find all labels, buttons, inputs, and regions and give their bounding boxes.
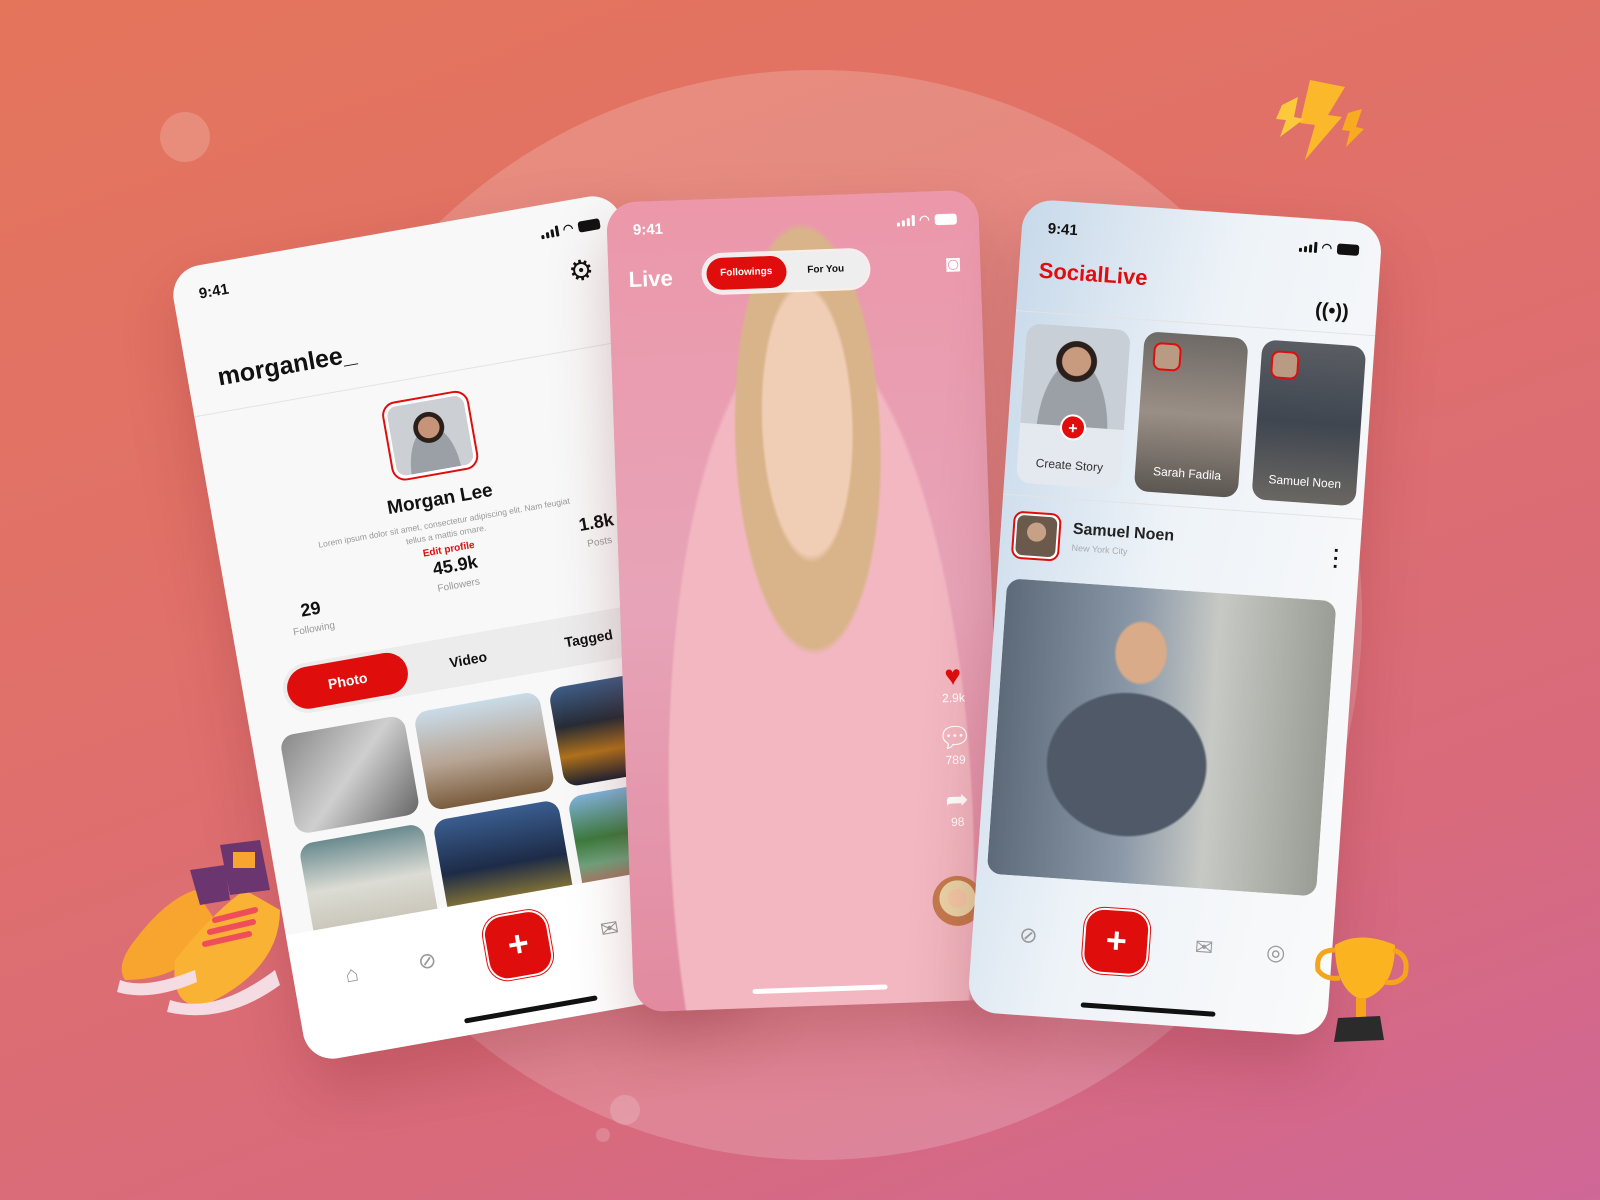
comment-icon: 💬︎ (936, 721, 974, 754)
create-story-card[interactable]: + Create Story (1016, 322, 1131, 490)
stories-row: + Create Story Sarah Fadila Samuel Noen (1016, 322, 1367, 507)
decor-bubble (610, 1095, 640, 1125)
live-broadcast-icon[interactable]: ((•)) (1314, 299, 1349, 324)
photo-thumbnail[interactable] (279, 714, 421, 835)
wifi-icon: ◠ (919, 212, 931, 227)
heart-icon: ♥ (943, 659, 962, 692)
live-screen: 9:41 ◠ Live Followings For You ◙ ♥ 2.9k 💬… (605, 189, 1007, 1013)
wifi-icon: ◠ (561, 220, 575, 237)
tab-photo[interactable]: Photo (283, 649, 412, 713)
segment-for-you[interactable]: For You (785, 253, 866, 288)
home-icon[interactable]: ⌂ (335, 959, 369, 990)
like-action[interactable]: ♥ 2.9k (932, 659, 974, 706)
status-time: 9:41 (632, 220, 664, 239)
story-card[interactable]: Sarah Fadila (1133, 331, 1249, 499)
decor-bubble (160, 112, 210, 162)
add-story-icon[interactable]: + (1059, 413, 1087, 442)
share-icon: ➦ (944, 783, 970, 816)
segment-followings[interactable]: Followings (705, 255, 787, 291)
post-author-avatar[interactable] (1010, 510, 1062, 562)
share-action[interactable]: ➦ 98 (937, 783, 979, 829)
trophy-illustration (1315, 937, 1409, 1042)
create-post-button[interactable]: + (482, 909, 555, 982)
feed-toggle: Followings For You (702, 249, 870, 294)
post-image[interactable] (986, 578, 1337, 897)
story-avatar (1269, 350, 1300, 380)
story-card[interactable]: Samuel Noen (1251, 339, 1367, 507)
mail-icon[interactable]: ✉ (593, 914, 627, 945)
stat-followers[interactable]: 45.9k Followers (431, 552, 485, 613)
compass-icon[interactable]: ⊘ (1013, 922, 1045, 950)
stat-following[interactable]: 29 Following (288, 596, 336, 639)
signal-icon (1298, 240, 1318, 253)
wifi-icon: ◠ (1321, 240, 1333, 256)
battery-icon (577, 217, 601, 233)
camera-icon[interactable]: ◙ (945, 250, 960, 278)
profile-icon[interactable]: ◎ (1260, 939, 1292, 967)
tab-video[interactable]: Video (404, 628, 532, 691)
battery-icon (934, 213, 957, 225)
status-bar: 9:41 ◠ (197, 213, 601, 303)
compass-icon[interactable]: ⊘ (410, 946, 444, 977)
status-time: 9:41 (197, 280, 231, 303)
app-logo: SocialLive (1038, 257, 1149, 291)
live-title: Live (628, 265, 674, 292)
username: morganlee_ (215, 339, 359, 392)
feed-screen: 9:41 ◠ SocialLive ((•)) + Create Story S… (967, 198, 1383, 1037)
lightning-bolt-icon (1276, 80, 1364, 160)
signal-icon (896, 214, 915, 227)
settings-gear-icon[interactable]: ⚙ (566, 252, 596, 289)
status-bar: 9:41 ◠ (1047, 218, 1360, 260)
sneakers-illustration (117, 840, 280, 1016)
live-actions: ♥ 2.9k 💬︎ 789 ➦ 98 (932, 660, 978, 847)
comment-action[interactable]: 💬︎ 789 (934, 721, 976, 767)
post-header: Samuel Noen New York City · · · (1010, 510, 1350, 584)
post-author-name[interactable]: Samuel Noen (1072, 521, 1174, 546)
bottom-nav: ⊘ + ✉ ◎ (967, 882, 1335, 1037)
mail-icon[interactable]: ✉ (1188, 934, 1220, 962)
photo-thumbnail[interactable] (413, 690, 556, 812)
decor-bubble (596, 1128, 610, 1142)
status-time: 9:41 (1047, 219, 1079, 239)
battery-icon (1336, 242, 1360, 256)
more-options-icon[interactable]: · · · (1331, 540, 1340, 578)
profile-avatar[interactable] (379, 388, 481, 483)
story-avatar (1152, 341, 1183, 372)
signal-icon (539, 224, 559, 239)
post-location: New York City (1071, 542, 1128, 557)
create-post-button[interactable]: + (1083, 908, 1150, 975)
